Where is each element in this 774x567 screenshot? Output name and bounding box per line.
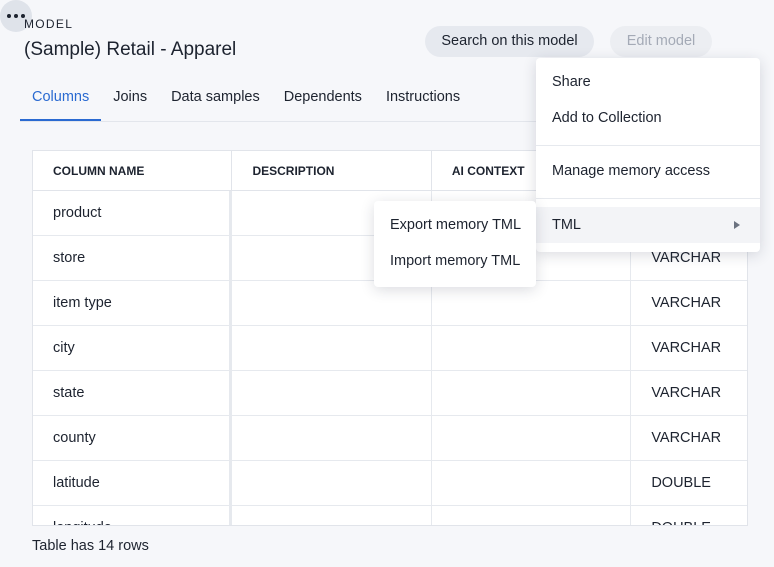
menu-item-tml-label: TML [552,217,581,233]
cell-column-name[interactable]: city [33,326,233,370]
tab-bar: Columns Joins Data samples Dependents In… [20,86,472,122]
cell-ai-context[interactable] [432,326,632,370]
cell-column-name[interactable]: store [33,236,233,280]
cell-description[interactable] [232,326,432,370]
model-eyebrow: MODEL [24,17,74,31]
cell-ai-context[interactable] [432,281,632,325]
cell-data-type: VARCHAR [651,430,722,446]
submenu-item-import-memory-tml[interactable]: Import memory TML [374,243,536,279]
table-row: city VARCHAR [33,326,747,371]
cell-description[interactable] [232,506,432,525]
menu-item-share[interactable]: Share [536,64,760,100]
cell-description[interactable] [232,281,432,325]
cell-data-type: DOUBLE [651,475,711,491]
menu-item-manage-memory-access[interactable]: Manage memory access [536,153,760,189]
cell-data-type: DOUBLE [631,506,747,525]
tab-instructions[interactable]: Instructions [374,86,472,121]
tab-columns[interactable]: Columns [20,86,102,121]
table-row: county VARCHAR [33,416,747,461]
cell-description[interactable] [232,461,432,505]
cell-column-name[interactable]: county [33,416,233,460]
page-title: (Sample) Retail - Apparel [24,39,237,60]
cell-column-name[interactable]: state [33,371,233,415]
cell-description[interactable] [232,416,432,460]
search-model-button[interactable]: Search on this model [425,26,594,57]
cell-description[interactable] [232,371,432,415]
submenu-item-export-memory-tml[interactable]: Export memory TML [374,207,536,243]
more-horizontal-icon [7,14,11,18]
menu-divider [536,145,760,146]
table-row: latitude DOUBLE [33,461,747,506]
header-description[interactable]: DESCRIPTION [232,151,432,190]
cell-column-name[interactable]: product [33,191,233,235]
edit-model-button[interactable]: Edit model [610,26,712,57]
cell-column-name[interactable]: longitude [33,506,233,525]
tab-joins[interactable]: Joins [101,86,159,121]
table-row: state VARCHAR [33,371,747,416]
chevron-right-icon [734,221,740,229]
cell-ai-context[interactable] [432,506,632,525]
cell-data-type: VARCHAR [651,340,722,356]
cell-column-name[interactable]: latitude [33,461,233,505]
more-horizontal-icon [14,14,18,18]
cell-data-type: VARCHAR [651,295,722,311]
tab-data-samples[interactable]: Data samples [159,86,272,121]
cell-ai-context[interactable] [432,461,632,505]
menu-divider [536,198,760,199]
header-column-name[interactable]: COLUMN NAME [33,151,233,190]
more-options-menu: Share Add to Collection Manage memory ac… [536,58,760,252]
cell-ai-context[interactable] [432,416,632,460]
table-row: item type VARCHAR [33,281,747,326]
tab-dependents[interactable]: Dependents [272,86,374,121]
tml-submenu: Export memory TML Import memory TML [374,201,536,287]
menu-item-add-to-collection[interactable]: Add to Collection [536,100,760,136]
cell-ai-context[interactable] [432,371,632,415]
table-row: longitude DOUBLE [33,506,747,525]
cell-column-name[interactable]: item type [33,281,233,325]
menu-item-tml[interactable]: TML [536,207,760,243]
row-count-note: Table has 14 rows [32,538,149,554]
cell-data-type: VARCHAR [651,385,722,401]
